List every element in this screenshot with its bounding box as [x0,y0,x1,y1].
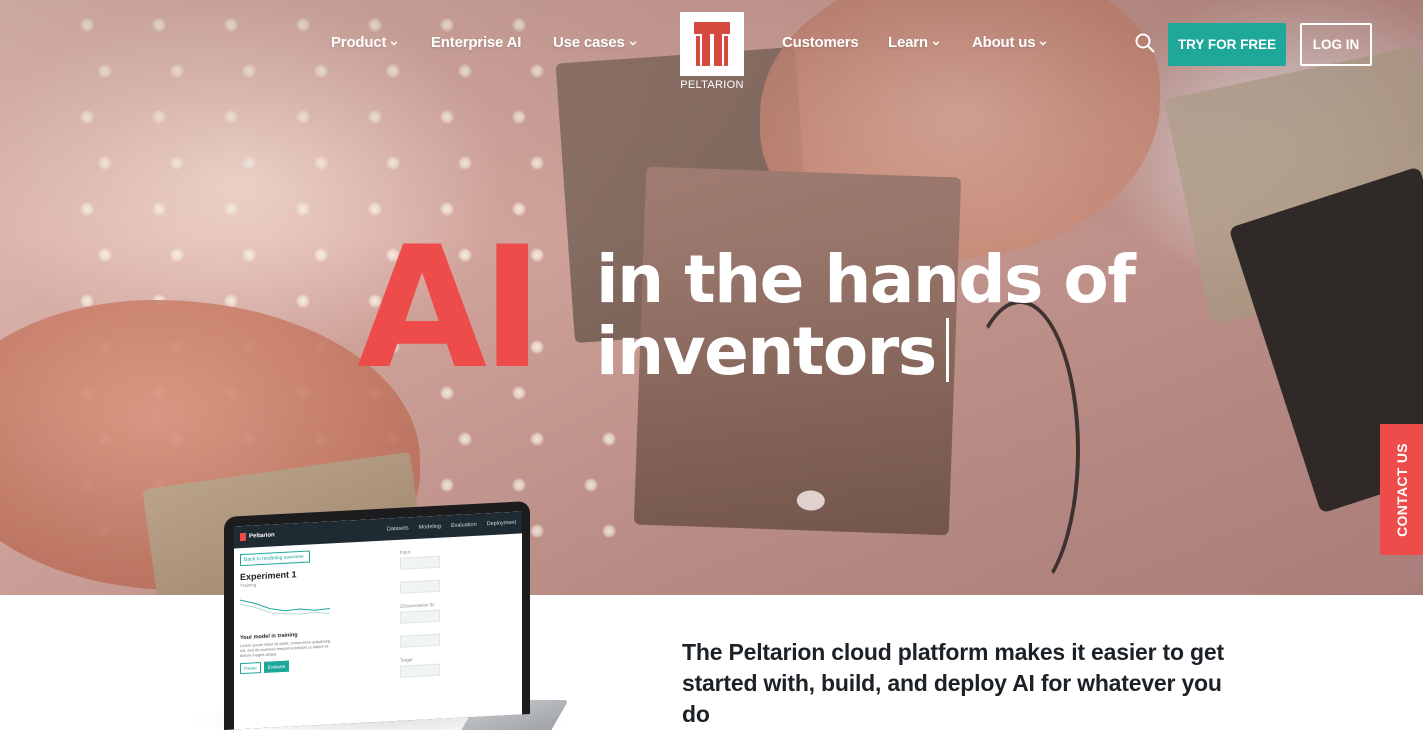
app-brand-label: Peltarion [249,532,275,540]
hero-headline-line2-wrap: inventors [596,316,1136,388]
nav-item-label: Enterprise AI [431,34,522,51]
try-for-free-button[interactable]: TRY FOR FREE [1168,23,1286,66]
chevron-down-icon [629,40,636,46]
app-model-graph: Input 2Dconvolution 3x Target [344,540,518,724]
contact-us-label: CONTACT US [1393,442,1410,537]
hero-headline: in the hands of inventors [596,244,1136,388]
app-brand: Peltarion [240,531,275,542]
hero-accent-text: AI [357,210,544,406]
log-in-button[interactable]: LOG IN [1300,23,1372,66]
app-node-box [400,663,440,678]
nav-item-label: Customers [782,34,859,51]
nav-item-label: Use cases [553,34,625,51]
hero-headline-line2: inventors [596,313,937,390]
chevron-down-icon [932,40,940,46]
laptop-screen: Peltarion Datasets Modeling Evaluation D… [224,500,530,730]
nav-item-product[interactable]: Product [331,34,398,51]
logo-wordmark: PELTARION [680,79,744,91]
nav-item-customers[interactable]: Customers [782,34,859,51]
laptop-mockup: Peltarion Datasets Modeling Evaluation D… [224,500,530,730]
chevron-down-icon [390,40,398,46]
contact-us-tab[interactable]: CONTACT US [1380,424,1423,555]
nav-item-label: About us [972,34,1036,51]
app-node-target: Target [400,657,413,663]
app-back-button: Back to modeling overview [240,550,310,567]
peltarion-logo[interactable]: PELTARION [680,12,744,92]
chevron-down-icon [1040,40,1047,46]
logo-mark [680,12,744,76]
app-node-box [400,555,440,570]
app-node-box [400,579,440,594]
nav-item-about-us[interactable]: About us [972,34,1047,51]
search-icon[interactable] [1134,32,1156,54]
app-evaluate-button: Evaluate [263,660,290,673]
app-loss-curve [239,599,331,615]
hero-headline-line1: in the hands of [596,241,1136,318]
app-screenshot: Peltarion Datasets Modeling Evaluation D… [234,511,522,730]
app-tab-datasets: Datasets [386,525,409,533]
app-node-box [400,633,440,648]
app-logo-icon [240,532,246,542]
nav-item-learn[interactable]: Learn [888,34,940,51]
top-navigation: Product Enterprise AI Use cases PELTARIO… [0,0,1423,92]
app-tab-evaluation: Evaluation [450,521,477,530]
app-tab-deployment: Deployment [486,519,516,528]
nav-item-enterprise-ai[interactable]: Enterprise AI [431,34,521,51]
app-node-dense: 2Dconvolution 3x [400,601,435,609]
nav-item-use-cases[interactable]: Use cases [553,34,637,51]
typing-caret [945,318,949,382]
app-node-input: Input [400,549,411,555]
app-node-box [400,609,440,624]
app-training-actions: Pause Evaluate [240,658,332,675]
logo-icon [694,22,730,66]
nav-item-label: Product [331,34,387,51]
nav-item-label: Learn [888,34,928,51]
intro-tagline: The Peltarion cloud platform makes it ea… [682,639,1224,727]
app-pause-button: Pause [240,662,261,675]
app-training-body: Lorem ipsum dolor sit amet, consectetur … [240,638,331,659]
app-tab-modeling: Modeling [418,523,441,531]
app-sidebar: Back to modeling overview Experiment 1 T… [239,549,332,675]
